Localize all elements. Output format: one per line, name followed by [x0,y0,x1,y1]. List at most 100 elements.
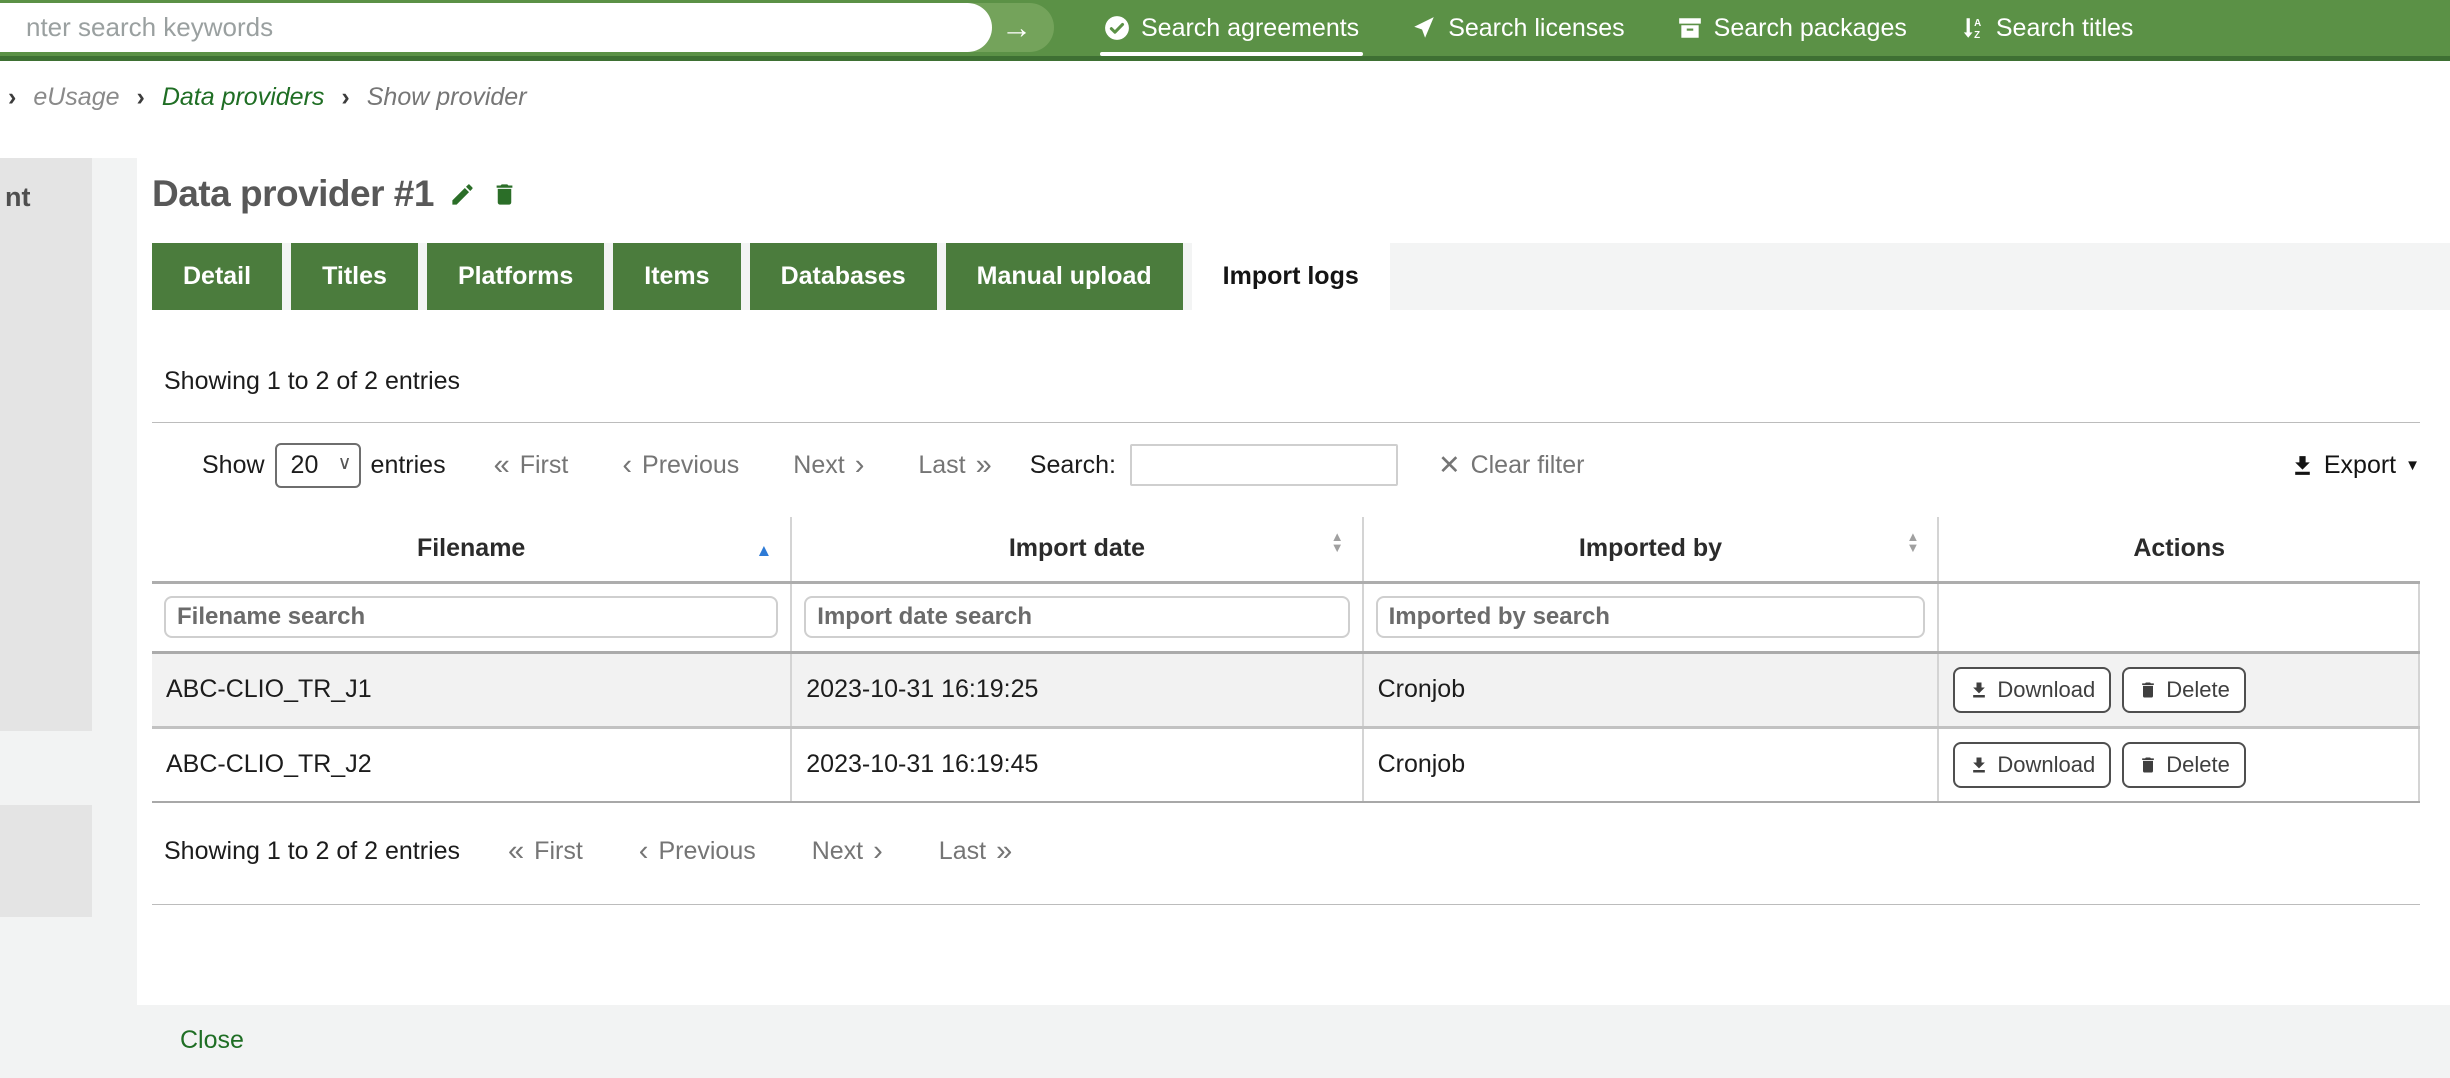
delete-button[interactable]: Delete [2122,742,2246,788]
page-title: Data provider #1 [152,173,434,215]
chevron-right-icon: › [8,82,16,112]
tab-bar: Detail Titles Platforms Items Databases … [152,243,2450,310]
import-date-cell: 2023-10-31 16:19:45 [791,727,1362,802]
nav-label: Search agreements [1141,14,1359,43]
sort-icon: ▲▼ [1331,531,1344,553]
keyword-search-area: → [0,3,1056,52]
keyword-search-input[interactable] [0,3,992,52]
table-filter-row [152,582,2419,652]
chevrons-left-icon: « [494,451,510,480]
tab-platforms[interactable]: Platforms [427,243,604,310]
chevron-left-icon: ‹ [639,837,649,866]
filename-cell: ABC-CLIO_TR_J1 [152,652,791,727]
pagination-last-top[interactable]: Last» [918,451,991,480]
nav-search-packages[interactable]: Search packages [1677,14,1907,43]
breadcrumb-item-data-providers[interactable]: Data providers [162,82,325,112]
actions-cell: Download Delete [1953,742,2404,788]
edit-pencil-icon[interactable] [449,181,476,208]
close-link[interactable]: Close [180,1026,244,1055]
screen: → Search agreements Search licenses [0,0,2450,1078]
breadcrumb-item-show-provider: Show provider [367,82,527,112]
table-header-row: Filename ▲ Import date ▲▼ Imported by ▲▼… [152,517,2419,582]
col-header-import-date[interactable]: Import date ▲▼ [791,517,1362,582]
filter-imported-by-input[interactable] [1376,596,1926,638]
tab-items[interactable]: Items [613,243,740,310]
check-circle-icon [1104,15,1130,41]
chevrons-right-icon: » [976,451,992,480]
nav-search-titles[interactable]: A Z Search titles [1959,14,2134,43]
pagination-last-bottom[interactable]: Last» [939,837,1012,866]
tab-detail[interactable]: Detail [152,243,282,310]
sidebar-item-truncated[interactable]: nt [5,182,30,212]
topbar-nav: Search agreements Search licenses Search… [1104,0,2133,56]
sidebar-menu-block: nt [0,158,92,731]
quill-icon [1411,15,1437,41]
pagination-first-bottom[interactable]: «First [508,837,583,866]
archive-icon [1677,15,1703,41]
download-button[interactable]: Download [1953,742,2111,788]
nav-label: Search titles [1996,14,2134,43]
show-label: Show [202,451,265,480]
divider [152,904,2420,905]
chevron-right-icon: › [873,837,883,866]
table-controls: Show 20 ∨ entries «First ‹Previous Next›… [152,423,2420,507]
svg-text:Z: Z [1974,30,1980,41]
pagination-next-bottom[interactable]: Next› [812,837,883,866]
clear-filter-button[interactable]: ✕ Clear filter [1438,450,1585,481]
table-footer: Showing 1 to 2 of 2 entries «First ‹Prev… [152,837,2420,866]
imported-by-cell: Cronjob [1363,727,1939,802]
entries-label: entries [371,451,446,480]
filter-import-date-input[interactable] [804,596,1349,638]
pagination-top: «First ‹Previous Next› Last» [494,451,992,480]
tab-titles[interactable]: Titles [291,243,418,310]
import-logs-content: Showing 1 to 2 of 2 entries Show 20 ∨ en… [152,366,2450,905]
nav-search-agreements[interactable]: Search agreements [1104,14,1359,43]
filter-filename-input[interactable] [164,596,778,638]
caret-down-icon: ▼ [2405,457,2420,474]
svg-text:A: A [1974,18,1981,29]
sort-icon: ▲▼ [1907,531,1920,553]
breadcrumb: › eUsage › Data providers › Show provide… [0,61,2450,158]
chevrons-right-icon: » [996,837,1012,866]
actions-cell: Download Delete [1953,667,2404,713]
pagination-next-top[interactable]: Next› [793,451,864,480]
table-row: ABC-CLIO_TR_J2 2023-10-31 16:19:45 Cronj… [152,727,2419,802]
tab-import-logs[interactable]: Import logs [1192,243,1390,310]
trash-icon [2138,680,2158,700]
col-header-filename[interactable]: Filename ▲ [152,517,791,582]
download-icon [2290,453,2315,478]
chevron-right-icon: › [341,82,349,112]
pagination-first-top[interactable]: «First [494,451,569,480]
download-icon [1969,755,1989,775]
trash-icon [2138,755,2158,775]
tab-databases[interactable]: Databases [750,243,937,310]
sort-alpha-down-icon: A Z [1959,15,1985,41]
export-button[interactable]: Export ▼ [2290,451,2420,480]
arrow-right-icon: → [1001,12,1032,43]
breadcrumb-item-eusage[interactable]: eUsage [33,82,119,112]
chevrons-left-icon: « [508,837,524,866]
tab-manual-upload[interactable]: Manual upload [946,243,1183,310]
sort-ascending-icon: ▲ [755,541,772,561]
search-label: Search: [1030,451,1116,480]
table-row: ABC-CLIO_TR_J1 2023-10-31 16:19:25 Cronj… [152,652,2419,727]
download-button[interactable]: Download [1953,667,2111,713]
col-header-imported-by[interactable]: Imported by ▲▼ [1363,517,1939,582]
download-icon [1969,680,1989,700]
entries-summary-bottom: Showing 1 to 2 of 2 entries [164,837,460,866]
pagination-previous-top[interactable]: ‹Previous [622,451,739,480]
delete-trash-icon[interactable] [491,181,518,208]
delete-button[interactable]: Delete [2122,667,2246,713]
col-header-actions: Actions [1938,517,2419,582]
pagination-previous-bottom[interactable]: ‹Previous [639,837,756,866]
show-entries-select[interactable]: 20 [275,443,361,488]
nav-label: Search licenses [1448,14,1624,43]
show-entries-select-wrap: 20 ∨ [275,443,361,488]
nav-search-licenses[interactable]: Search licenses [1411,14,1624,43]
topbar: → Search agreements Search licenses [0,0,2450,61]
chevron-right-icon: › [855,451,865,480]
page-title-row: Data provider #1 [152,171,2450,217]
entries-summary-top: Showing 1 to 2 of 2 entries [152,366,2420,396]
imported-by-cell: Cronjob [1363,652,1939,727]
table-search-input[interactable] [1130,444,1398,486]
